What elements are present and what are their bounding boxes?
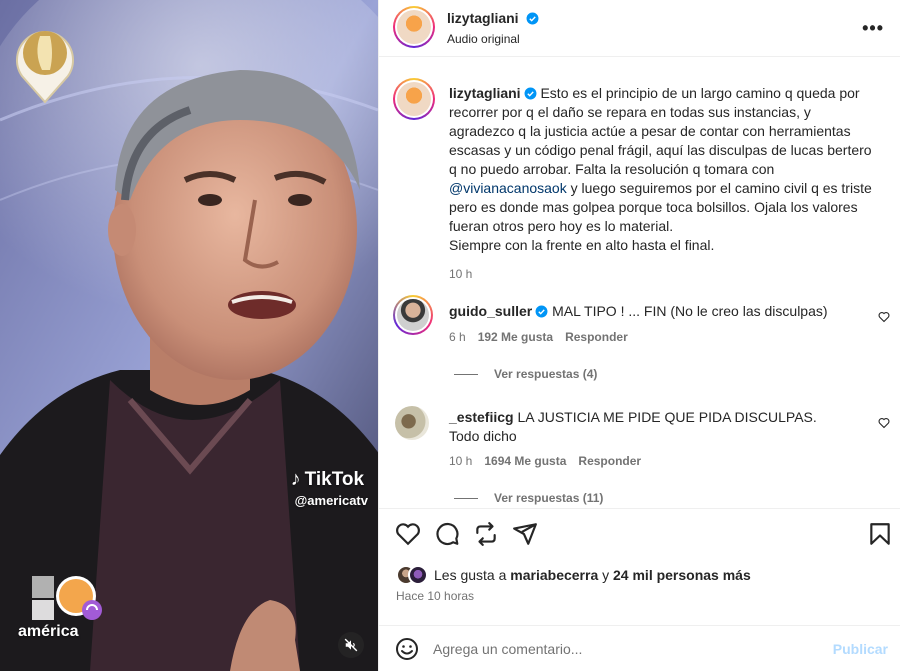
tiktok-watermark: ♪ TikTok @americatv — [291, 468, 368, 508]
watermark-brand: TikTok — [304, 468, 365, 490]
publish-button[interactable]: Publicar — [833, 641, 888, 657]
replies-divider — [454, 373, 478, 375]
likes-middle: y — [598, 567, 614, 583]
america-logo-icon — [32, 576, 102, 620]
view-replies-label: Ver respuestas (4) — [494, 367, 598, 381]
speaker-muted-icon — [344, 638, 358, 652]
caption-avatar[interactable] — [393, 78, 435, 120]
comment-text: MAL TIPO ! ... FIN (No le creo las discu… — [552, 303, 828, 319]
mute-button[interactable] — [338, 632, 364, 658]
comment-avatar[interactable] — [393, 295, 433, 335]
likes-summary: Les gusta a mariabecerra y 24 mil person… — [396, 565, 751, 585]
header-username[interactable]: lizytagliani — [447, 10, 519, 26]
more-horizontal-icon: ••• — [862, 18, 884, 38]
comment-meta: 6 h 192 Me gusta Responder — [449, 330, 640, 344]
comment-username[interactable]: _estefiicg — [449, 409, 514, 425]
channel-name: américa — [18, 623, 79, 640]
instagram-post-modal: ♪ TikTok @americatv américa lizytagliani… — [0, 0, 900, 671]
likes-user[interactable]: mariabecerra — [510, 567, 598, 583]
view-replies-label: Ver respuestas (11) — [494, 491, 604, 505]
emoji-icon[interactable] — [395, 637, 419, 661]
caption-mention[interactable]: @vivianacanosaok — [449, 180, 567, 196]
replies-divider — [454, 497, 478, 499]
post-actions: Les gusta a mariabecerra y 24 mil person… — [379, 508, 900, 671]
comment-likes[interactable]: 1694 Me gusta — [484, 454, 566, 468]
like-heart-icon[interactable] — [395, 521, 421, 547]
likes-count[interactable]: 24 mil personas más — [613, 567, 751, 583]
view-replies-button[interactable]: Ver respuestas (11) — [454, 491, 603, 505]
comment-time[interactable]: 10 h — [449, 454, 472, 468]
caption-username[interactable]: lizytagliani — [449, 85, 521, 101]
verified-badge-icon — [535, 305, 548, 318]
author-avatar[interactable] — [393, 6, 435, 48]
comments-list[interactable]: lizytagliani Esto es el principio de un … — [379, 58, 900, 508]
comment-composer: Publicar — [379, 625, 900, 671]
share-send-icon[interactable] — [512, 521, 538, 547]
video-player[interactable]: ♪ TikTok @americatv américa — [0, 0, 378, 671]
caption-time[interactable]: 10 h — [449, 265, 879, 284]
verified-badge-icon — [526, 12, 539, 25]
comment-meta: 10 h 1694 Me gusta Responder — [449, 454, 653, 468]
save-bookmark-icon[interactable] — [867, 521, 893, 547]
watermark-handle: @americatv — [294, 493, 368, 508]
caption-text-last: Siempre con la frente en alto hasta el f… — [449, 237, 715, 253]
comment-like-heart-icon[interactable] — [878, 417, 890, 429]
comment-likes[interactable]: 192 Me gusta — [478, 330, 553, 344]
reply-button[interactable]: Responder — [578, 454, 641, 468]
channel-logo-icon — [16, 31, 74, 104]
post-panel: lizytagliani Audio original ••• lizytagl… — [378, 0, 900, 671]
comment-username[interactable]: guido_suller — [449, 303, 532, 319]
audio-label[interactable]: Audio original — [447, 32, 520, 46]
comment-input[interactable] — [433, 641, 813, 657]
remix-icon[interactable] — [473, 521, 499, 547]
verified-badge-icon — [524, 87, 537, 100]
post-time-ago[interactable]: Hace 10 horas — [396, 589, 474, 603]
comment-like-heart-icon[interactable] — [878, 311, 890, 323]
comment-bubble-icon[interactable] — [434, 521, 460, 547]
reply-button[interactable]: Responder — [565, 330, 628, 344]
likes-prefix: Les gusta a — [434, 567, 511, 583]
view-replies-button[interactable]: Ver respuestas (4) — [454, 367, 597, 381]
comment-avatar[interactable] — [395, 406, 429, 440]
liker-avatar[interactable] — [408, 565, 428, 585]
tiktok-icon: ♪ — [290, 468, 301, 490]
caption: lizytagliani Esto es el principio de un … — [449, 84, 879, 284]
more-options-button[interactable]: ••• — [862, 18, 884, 39]
comment-time[interactable]: 6 h — [449, 330, 466, 344]
post-header: lizytagliani Audio original ••• — [379, 0, 900, 57]
